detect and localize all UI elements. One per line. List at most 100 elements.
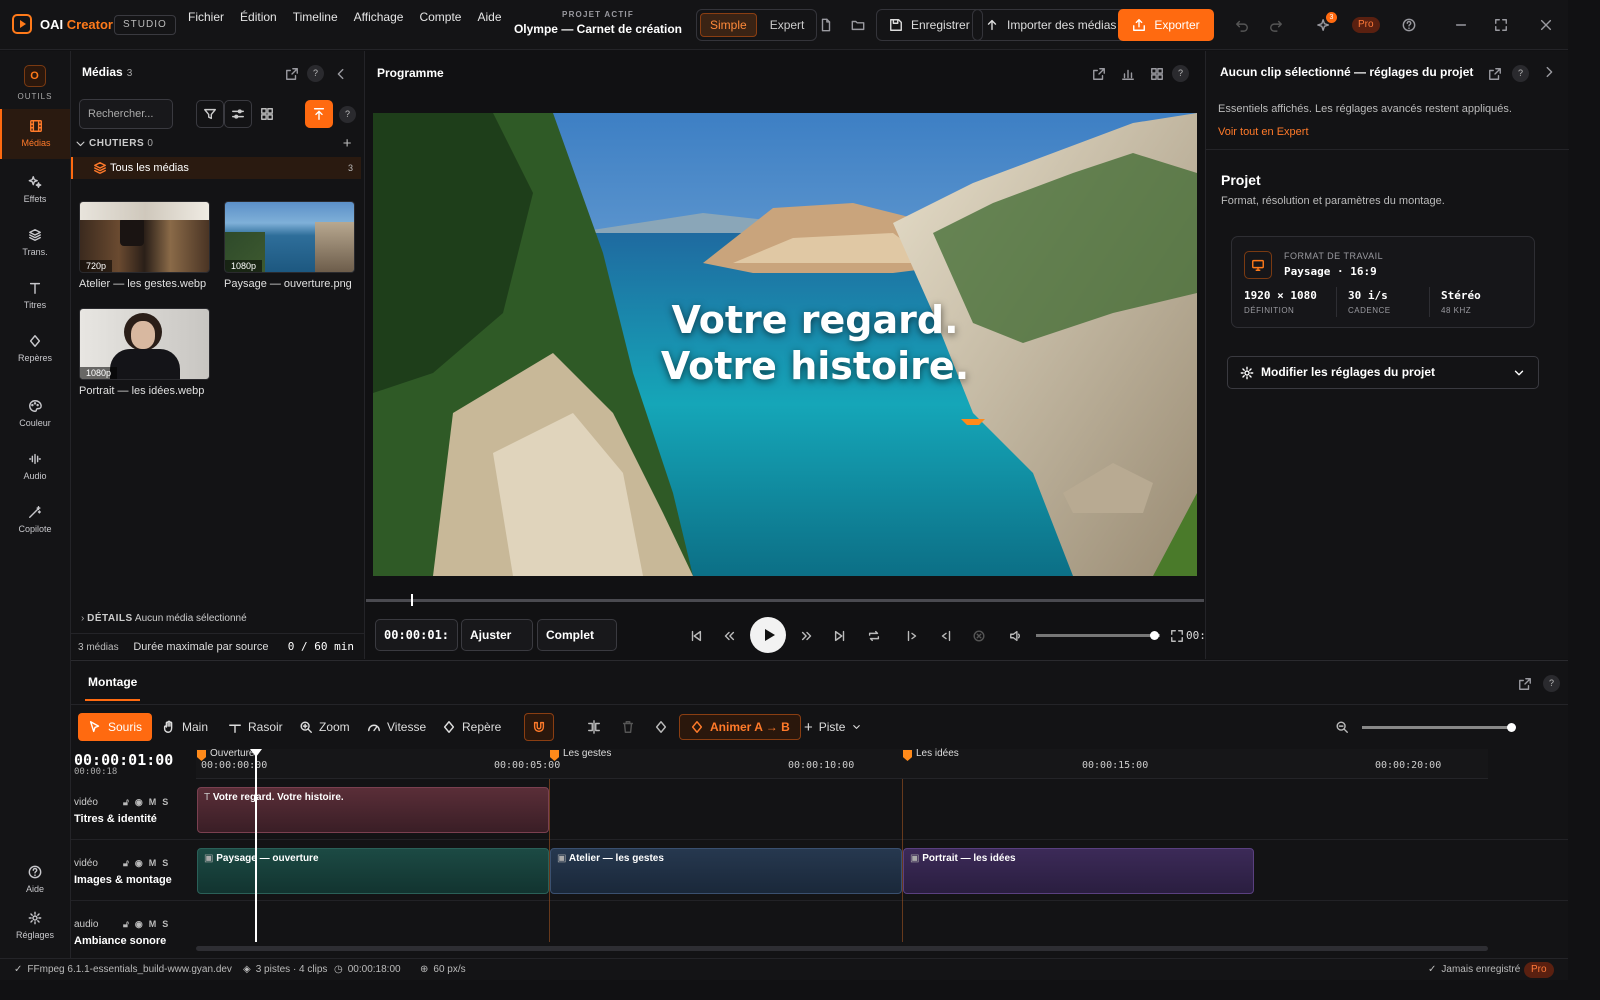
clip-paysage[interactable]: ▣ Paysage — ouverture (197, 848, 549, 894)
expert-link[interactable]: Voir tout en Expert (1218, 126, 1309, 138)
redo-icon[interactable] (1269, 18, 1283, 32)
popout-icon[interactable] (1518, 677, 1532, 691)
keyframe-icon[interactable] (654, 720, 668, 734)
minimize-icon[interactable] (1454, 18, 1468, 32)
tool-main[interactable]: Main (152, 713, 218, 741)
fast-forward-icon[interactable] (800, 629, 814, 643)
video-preview[interactable]: Votre regard. Votre histoire. (373, 113, 1197, 576)
program-timecode[interactable]: 00:00:01: (375, 619, 458, 651)
tool-souris[interactable]: Souris (78, 713, 153, 741)
zoom-slider-handle[interactable] (1507, 723, 1516, 732)
mute-button[interactable]: M (149, 858, 157, 869)
solo-button[interactable]: S (162, 797, 168, 808)
fullscreen-icon[interactable] (1170, 629, 1184, 643)
animate-a-b-button[interactable]: Animer A → B (679, 714, 801, 740)
menu-timeline[interactable]: Timeline (293, 10, 338, 24)
tool-repere[interactable]: Repère (432, 713, 511, 741)
grid-view-icon[interactable] (260, 107, 274, 121)
menu-edition[interactable]: Édition (240, 10, 277, 24)
help-badge-icon[interactable]: ? (1543, 675, 1560, 692)
close-icon[interactable] (1539, 18, 1553, 32)
lock-icon[interactable]: 🔓︎ (123, 797, 129, 808)
skip-start-icon[interactable] (689, 629, 703, 643)
media-item-atelier[interactable]: 720p Atelier — les gestes.webp (79, 201, 210, 290)
scrub-bar[interactable] (366, 594, 1204, 606)
loop-icon[interactable] (867, 629, 881, 643)
volume-icon[interactable] (1009, 629, 1023, 643)
timeline-scrollbar[interactable] (196, 946, 1488, 951)
modify-project-settings-button[interactable]: Modifier les réglages du projet (1227, 356, 1539, 389)
help-badge-icon[interactable]: ? (1172, 65, 1189, 82)
solo-button[interactable]: S (162, 858, 168, 869)
popout-icon[interactable] (1488, 67, 1502, 81)
add-track-button[interactable]: + Piste (794, 713, 872, 741)
scrub-handle[interactable] (411, 594, 414, 606)
export-button[interactable]: Exporter (1118, 9, 1214, 41)
tool-rasoir[interactable]: Rasoir (218, 713, 293, 741)
play-button[interactable] (750, 617, 786, 653)
help-icon[interactable] (1402, 18, 1416, 32)
filter-button[interactable] (196, 100, 224, 128)
rewind-icon[interactable] (722, 629, 736, 643)
time-ruler[interactable]: 00:00:00:00 00:00:05:00 00:00:10:00 00:0… (196, 748, 1488, 779)
media-search-input[interactable]: Rechercher... (79, 99, 173, 129)
rail-item-medias[interactable]: Médias (0, 109, 70, 159)
mode-simple-button[interactable]: Simple (700, 13, 757, 37)
split-icon[interactable] (587, 720, 601, 734)
tool-vitesse[interactable]: Vitesse (357, 713, 436, 741)
eye-icon[interactable]: ◉ (135, 919, 143, 930)
maximize-icon[interactable] (1494, 18, 1508, 32)
import-media-button[interactable]: Importer des médias (972, 9, 1130, 41)
menu-compte[interactable]: Compte (419, 10, 461, 24)
snap-magnet-button[interactable] (524, 713, 554, 741)
playhead[interactable] (250, 749, 262, 942)
rail-item-transitions[interactable]: Trans. (0, 228, 70, 257)
sort-button[interactable] (224, 100, 252, 128)
collapse-right-icon[interactable] (1542, 65, 1556, 79)
rail-item-copilote[interactable]: Copilote (0, 505, 70, 534)
popout-icon[interactable] (285, 67, 299, 81)
save-button[interactable]: Enregistrer (876, 9, 983, 41)
undo-icon[interactable] (1235, 18, 1249, 32)
zoom-out-icon[interactable] (1335, 720, 1349, 734)
help-badge-icon[interactable]: ? (339, 106, 356, 123)
lock-icon[interactable]: 🔓︎ (123, 858, 129, 869)
menu-affichage[interactable]: Affichage (354, 10, 404, 24)
quality-select[interactable]: Complet (537, 619, 617, 651)
upload-media-button[interactable] (305, 100, 333, 128)
new-file-icon[interactable] (819, 18, 833, 32)
mute-button[interactable]: M (149, 919, 157, 930)
tool-zoom[interactable]: Zoom (289, 713, 360, 741)
popout-icon[interactable] (1092, 67, 1106, 81)
clip-title[interactable]: T Votre regard. Votre histoire. (197, 787, 549, 833)
clip-portrait[interactable]: ▣ Portrait — les idées (903, 848, 1254, 894)
grid-overlay-icon[interactable] (1150, 67, 1164, 81)
help-badge-icon[interactable]: ? (1512, 65, 1529, 82)
lock-icon[interactable]: 🔓︎ (123, 919, 129, 930)
rail-item-effets[interactable]: Effets (0, 175, 70, 204)
eye-icon[interactable]: ◉ (135, 858, 143, 869)
add-bin-icon[interactable]: + (343, 133, 352, 155)
details-section[interactable]: › DÉTAILS Aucun média sélectionné (81, 613, 247, 624)
clip-atelier[interactable]: ▣ Atelier — les gestes (550, 848, 902, 894)
rail-item-reglages[interactable]: Réglages (0, 911, 70, 940)
rail-item-titres[interactable]: Titres (0, 281, 70, 310)
media-item-portrait[interactable]: 1080p Portrait — les idées.webp (79, 308, 210, 397)
mark-out-icon[interactable] (939, 629, 953, 643)
rail-item-aide[interactable]: Aide (0, 865, 70, 894)
rail-item-audio[interactable]: Audio (0, 452, 70, 481)
rail-item-couleur[interactable]: Couleur (0, 399, 70, 428)
bins-section[interactable]: CHUTIERS 0 + (71, 133, 364, 155)
skip-end-icon[interactable] (833, 629, 847, 643)
fit-select[interactable]: Ajuster (461, 619, 533, 651)
timeline-zoom-slider[interactable] (1362, 723, 1516, 732)
eye-icon[interactable]: ◉ (135, 797, 143, 808)
help-badge-icon[interactable]: ? (307, 65, 324, 82)
menu-fichier[interactable]: Fichier (188, 10, 224, 24)
delete-icon[interactable] (621, 720, 635, 734)
solo-button[interactable]: S (162, 919, 168, 930)
mode-expert-button[interactable]: Expert (761, 13, 814, 37)
mark-in-icon[interactable] (905, 629, 919, 643)
rail-item-reperes[interactable]: Repères (0, 334, 70, 363)
collapse-left-icon[interactable] (334, 67, 348, 81)
